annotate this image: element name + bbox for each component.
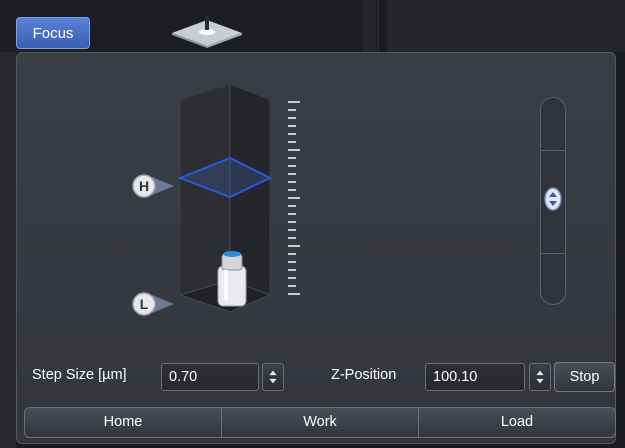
high-marker-label: H (139, 178, 149, 194)
low-marker-label: L (140, 296, 149, 312)
step-size-input[interactable]: 0.70 (161, 363, 259, 391)
top-bar: Focus (0, 0, 625, 52)
top-divider (378, 0, 387, 52)
home-button[interactable]: Home (25, 408, 222, 437)
position-bar: Home Work Load (24, 407, 616, 438)
stop-button[interactable]: Stop (554, 362, 615, 392)
stage-icon[interactable] (162, 14, 252, 48)
top-divider (362, 0, 376, 52)
high-marker[interactable]: H (130, 173, 176, 199)
top-right-area (387, 0, 625, 52)
z-position-spinner-icon[interactable] (529, 363, 551, 391)
step-size-spinner-icon[interactable] (262, 363, 284, 391)
load-button[interactable]: Load (419, 408, 615, 437)
focus-tab[interactable]: Focus (16, 17, 90, 49)
step-size-label: Step Size [µm] (32, 367, 127, 383)
low-marker[interactable]: L (130, 291, 176, 317)
z-position-input[interactable]: 100.10 (425, 363, 525, 391)
objective-icon (217, 251, 247, 307)
z-position-label: Z-Position (331, 367, 397, 383)
work-button[interactable]: Work (222, 408, 419, 437)
scale-ticks (288, 101, 300, 295)
slider-knob-icon[interactable] (541, 186, 565, 212)
side-strip (0, 52, 16, 448)
